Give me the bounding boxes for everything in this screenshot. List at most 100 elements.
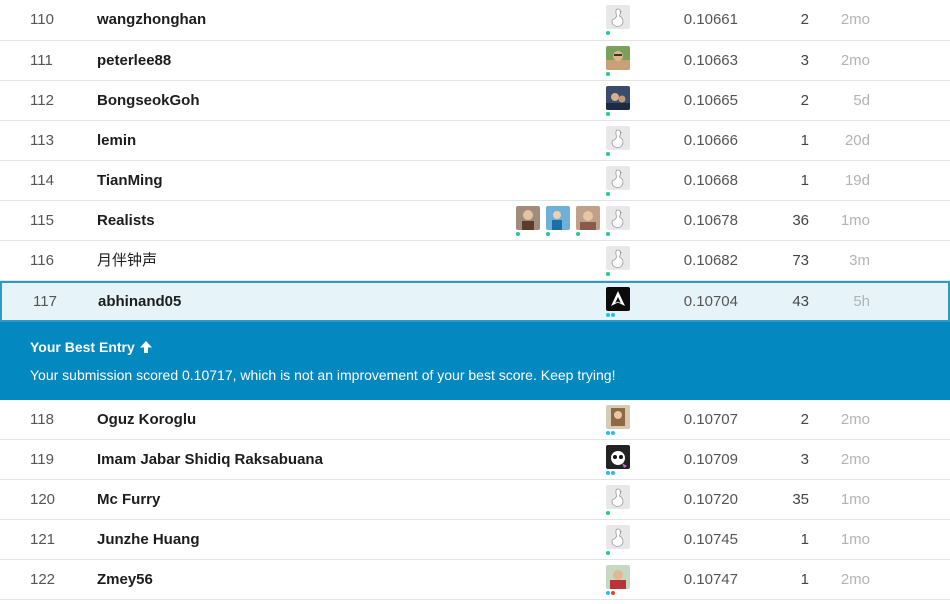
avatar[interactable] [606,46,630,70]
rank: 112 [30,92,54,109]
current-user-row[interactable]: 117 abhinand05 0.10704 43 5h [0,281,950,322]
team-members [606,405,630,437]
entries-count: 73 [792,252,809,269]
team-name[interactable]: BongseokGoh [97,81,200,121]
rank: 116 [30,252,54,269]
table-row[interactable]: 113 lemin 0.10666 1 20d [0,121,950,161]
last-submission: 2mo [840,571,870,588]
tier-dot-icon [611,471,615,475]
entries-count: 35 [792,491,809,508]
tier-dot-icon [606,591,610,595]
avatar[interactable] [516,206,540,230]
tier-dot-icon [606,72,610,76]
team-members [606,206,630,238]
rank: 117 [33,293,57,310]
team-name[interactable]: TianMing [97,161,163,201]
team-members [576,206,600,238]
avatar[interactable] [606,287,630,311]
table-row[interactable]: 122 Zmey56 0.10747 1 2mo [0,560,950,600]
avatar[interactable] [606,445,630,469]
avatar[interactable] [606,525,630,549]
score: 0.10668 [683,172,738,189]
entries-count: 1 [800,172,809,189]
last-submission: 19d [844,172,870,189]
team-name[interactable]: Oguz Koroglu [97,400,196,440]
leaderboard: 110 wangzhonghan 0.10661 2 2mo 111 peter… [0,0,950,600]
rank: 113 [30,132,54,149]
rank: 114 [30,172,54,189]
tier-dot-icon [606,511,610,515]
tier-dot-icon [606,152,610,156]
tier-dot-icon [606,192,610,196]
tier-dot-icon [606,313,610,317]
team-name[interactable]: wangzhonghan [97,0,206,40]
score: 0.10720 [683,491,738,508]
best-entry-banner: Your Best Entry Your submission scored 0… [0,322,950,400]
tier-dot-icon [611,591,615,595]
last-submission: 2mo [840,411,870,428]
rank: 119 [30,451,54,468]
entries-count: 2 [800,11,809,28]
last-submission: 1mo [840,491,870,508]
avatar[interactable] [606,485,630,509]
rank: 120 [30,491,56,508]
table-row[interactable]: 121 Junzhe Huang 0.10745 1 1mo [0,520,950,560]
table-row[interactable]: 111 peterlee88 0.10663 3 2mo [0,41,950,81]
table-row[interactable]: 116 月伴钟声 0.10682 73 3m [0,241,950,281]
score: 0.10704 [683,293,738,310]
score: 0.10663 [683,52,738,69]
avatar[interactable] [606,246,630,270]
tier-dot-icon [606,272,610,276]
avatar[interactable] [546,206,570,230]
team-name[interactable]: Realists [97,201,155,241]
team-name[interactable]: lemin [97,121,136,161]
team-name[interactable]: abhinand05 [98,283,181,320]
table-row[interactable]: 118 Oguz Koroglu 0.10707 2 2mo [0,400,950,440]
rank: 115 [30,212,54,229]
avatar[interactable] [606,405,630,429]
tier-dot-icon [606,471,610,475]
tier-dot-icon [606,431,610,435]
team-members [606,525,630,557]
entries-count: 1 [800,132,809,149]
last-submission: 3m [849,252,870,269]
last-submission: 2mo [840,451,870,468]
team-name[interactable]: Imam Jabar Shidiq Raksabuana [97,440,323,480]
entries-count: 2 [800,411,809,428]
table-row[interactable]: 120 Mc Furry 0.10720 35 1mo [0,480,950,520]
tier-dot-icon [606,112,610,116]
table-row[interactable]: 112 BongseokGoh 0.10665 2 5d [0,81,950,121]
entries-count: 36 [792,212,809,229]
avatar[interactable] [576,206,600,230]
avatar[interactable] [606,166,630,190]
table-row[interactable]: 114 TianMing 0.10668 1 19d [0,161,950,201]
team-members [606,565,630,597]
team-name[interactable]: peterlee88 [97,41,171,81]
avatar[interactable] [606,126,630,150]
avatar[interactable] [606,5,630,29]
tier-dot-icon [611,431,615,435]
tier-dot-icon [516,232,520,236]
avatar[interactable] [606,565,630,589]
rank: 118 [30,411,54,428]
tier-dot-icon [606,31,610,35]
score: 0.10745 [683,531,738,548]
avatar[interactable] [606,206,630,230]
tier-dot-icon [611,313,615,317]
team-name[interactable]: Mc Furry [97,480,160,520]
rank: 122 [30,571,56,588]
team-name[interactable]: Zmey56 [97,560,153,600]
team-name[interactable]: Junzhe Huang [97,520,200,560]
team-name[interactable]: 月伴钟声 [97,241,157,281]
entries-count: 43 [792,293,809,310]
last-submission: 1mo [840,531,870,548]
table-row[interactable]: 110 wangzhonghan 0.10661 2 2mo [0,0,950,41]
avatar[interactable] [606,86,630,110]
team-members [606,86,630,118]
table-row[interactable]: 115 Realists 0.10678 36 1mo [0,201,950,241]
score: 0.10707 [683,411,738,428]
table-row[interactable]: 119 Imam Jabar Shidiq Raksabuana 0.10709… [0,440,950,480]
tier-dot-icon [606,232,610,236]
entries-count: 1 [800,571,809,588]
last-submission: 2mo [840,11,870,28]
